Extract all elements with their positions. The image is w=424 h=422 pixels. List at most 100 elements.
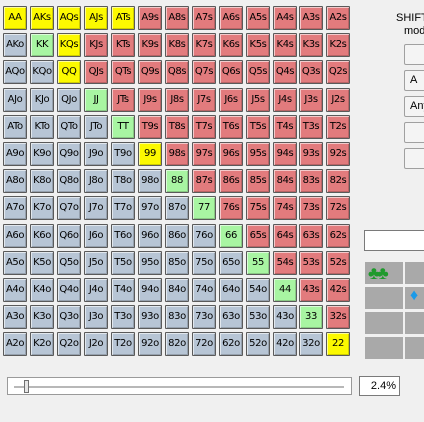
- hand-cell[interactable]: KQs: [57, 33, 81, 57]
- hand-cell[interactable]: 66: [219, 224, 243, 248]
- hand-cell[interactable]: A2o: [3, 332, 27, 356]
- hand-cell[interactable]: KJo: [30, 88, 54, 112]
- hand-cell[interactable]: 94s: [273, 142, 297, 166]
- hand-cell[interactable]: TT: [111, 115, 135, 139]
- hand-cell[interactable]: T5s: [246, 115, 270, 139]
- hand-cell[interactable]: J4o: [84, 278, 108, 302]
- hand-cell[interactable]: 95s: [246, 142, 270, 166]
- hand-cell[interactable]: T5o: [111, 251, 135, 275]
- hand-cell[interactable]: K4o: [30, 278, 54, 302]
- hand-cell[interactable]: A4o: [3, 278, 27, 302]
- range-percent-field[interactable]: 2.4%: [359, 376, 400, 396]
- hand-cell[interactable]: Q2o: [57, 332, 81, 356]
- hand-cell[interactable]: AJo: [3, 88, 27, 112]
- hand-cell[interactable]: 32o: [299, 332, 323, 356]
- hand-cell[interactable]: 62s: [326, 224, 350, 248]
- hand-cell[interactable]: T6s: [219, 115, 243, 139]
- hand-cell[interactable]: QTo: [57, 115, 81, 139]
- hand-cell[interactable]: 75s: [246, 196, 270, 220]
- hand-cell[interactable]: 87s: [192, 169, 216, 193]
- hand-cell[interactable]: ATo: [3, 115, 27, 139]
- hand-cell[interactable]: 76o: [192, 224, 216, 248]
- hand-cell[interactable]: Q7s: [192, 60, 216, 84]
- suit-toggle-5[interactable]: [364, 311, 404, 335]
- hand-cell[interactable]: K7s: [192, 33, 216, 57]
- hand-cell[interactable]: J2s: [326, 88, 350, 112]
- hand-cell[interactable]: T3o: [111, 305, 135, 329]
- hand-cell[interactable]: K3o: [30, 305, 54, 329]
- hand-cell[interactable]: 92s: [326, 142, 350, 166]
- hand-cell[interactable]: J9s: [138, 88, 162, 112]
- hand-cell[interactable]: J2o: [84, 332, 108, 356]
- hand-cell[interactable]: AQs: [57, 6, 81, 30]
- hand-cell[interactable]: 73o: [192, 305, 216, 329]
- side-button-a[interactable]: A: [404, 70, 424, 91]
- hand-cell[interactable]: J9o: [84, 142, 108, 166]
- hand-cell[interactable]: A6s: [219, 6, 243, 30]
- hand-cell[interactable]: KQo: [30, 60, 54, 84]
- hand-cell[interactable]: A4s: [273, 6, 297, 30]
- hand-cell[interactable]: A5s: [246, 6, 270, 30]
- hand-cell[interactable]: 98o: [138, 169, 162, 193]
- hand-cell[interactable]: AA: [3, 6, 27, 30]
- hand-cell[interactable]: 86o: [165, 224, 189, 248]
- hand-cell[interactable]: T9s: [138, 115, 162, 139]
- hand-cell[interactable]: J3s: [299, 88, 323, 112]
- hand-cell[interactable]: K2o: [30, 332, 54, 356]
- suit-toggle-2[interactable]: [404, 261, 424, 285]
- hand-cell[interactable]: 43s: [299, 278, 323, 302]
- hand-cell[interactable]: KTs: [111, 33, 135, 57]
- hand-cell[interactable]: QJo: [57, 88, 81, 112]
- hand-cell[interactable]: A3o: [3, 305, 27, 329]
- combo-input[interactable]: [364, 230, 424, 251]
- hand-cell[interactable]: 97o: [138, 196, 162, 220]
- hand-cell[interactable]: 42s: [326, 278, 350, 302]
- hand-cell[interactable]: K8s: [165, 33, 189, 57]
- hand-cell[interactable]: Q3o: [57, 305, 81, 329]
- hand-cell[interactable]: J6o: [84, 224, 108, 248]
- hand-cell[interactable]: K3s: [299, 33, 323, 57]
- hand-cell[interactable]: 75o: [192, 251, 216, 275]
- clubs-suit-toggle[interactable]: ♣♣: [364, 261, 404, 285]
- hand-cell[interactable]: 95o: [138, 251, 162, 275]
- hand-cell[interactable]: K8o: [30, 169, 54, 193]
- hand-cell[interactable]: A2s: [326, 6, 350, 30]
- hand-cell[interactable]: Q2s: [326, 60, 350, 84]
- hand-cell[interactable]: 64s: [273, 224, 297, 248]
- hand-cell[interactable]: J5o: [84, 251, 108, 275]
- hand-cell[interactable]: K6s: [219, 33, 243, 57]
- hand-cell[interactable]: A9o: [3, 142, 27, 166]
- hand-cell[interactable]: A7o: [3, 196, 27, 220]
- hand-cell[interactable]: 53s: [299, 251, 323, 275]
- hand-cell[interactable]: 43o: [273, 305, 297, 329]
- hand-cell[interactable]: A8s: [165, 6, 189, 30]
- hand-cell[interactable]: 77: [192, 196, 216, 220]
- hand-cell[interactable]: K6o: [30, 224, 54, 248]
- hand-cell[interactable]: T2o: [111, 332, 135, 356]
- hand-cell[interactable]: KK: [30, 33, 54, 57]
- hand-cell[interactable]: KTo: [30, 115, 54, 139]
- hand-cell[interactable]: 85s: [246, 169, 270, 193]
- suit-toggle-3[interactable]: [364, 286, 404, 310]
- hand-cell[interactable]: 62o: [219, 332, 243, 356]
- hand-cell[interactable]: 54s: [273, 251, 297, 275]
- side-button-1[interactable]: [404, 44, 424, 65]
- hand-cell[interactable]: T7s: [192, 115, 216, 139]
- hand-cell[interactable]: 87o: [165, 196, 189, 220]
- hand-cell[interactable]: 52s: [326, 251, 350, 275]
- hand-cell[interactable]: Q3s: [299, 60, 323, 84]
- hand-cell[interactable]: 73s: [299, 196, 323, 220]
- hand-cell[interactable]: T4o: [111, 278, 135, 302]
- hand-cell[interactable]: AKo: [3, 33, 27, 57]
- hand-cell[interactable]: AJs: [84, 6, 108, 30]
- hand-cell[interactable]: K5s: [246, 33, 270, 57]
- hand-cell[interactable]: 52o: [246, 332, 270, 356]
- hand-cell[interactable]: A5o: [3, 251, 27, 275]
- hand-cell[interactable]: 65s: [246, 224, 270, 248]
- hand-cell[interactable]: T4s: [273, 115, 297, 139]
- hand-cell[interactable]: 84o: [165, 278, 189, 302]
- side-button-any[interactable]: Any: [404, 96, 424, 117]
- hand-cell[interactable]: K7o: [30, 196, 54, 220]
- hand-cell[interactable]: A6o: [3, 224, 27, 248]
- hand-cell[interactable]: Q9o: [57, 142, 81, 166]
